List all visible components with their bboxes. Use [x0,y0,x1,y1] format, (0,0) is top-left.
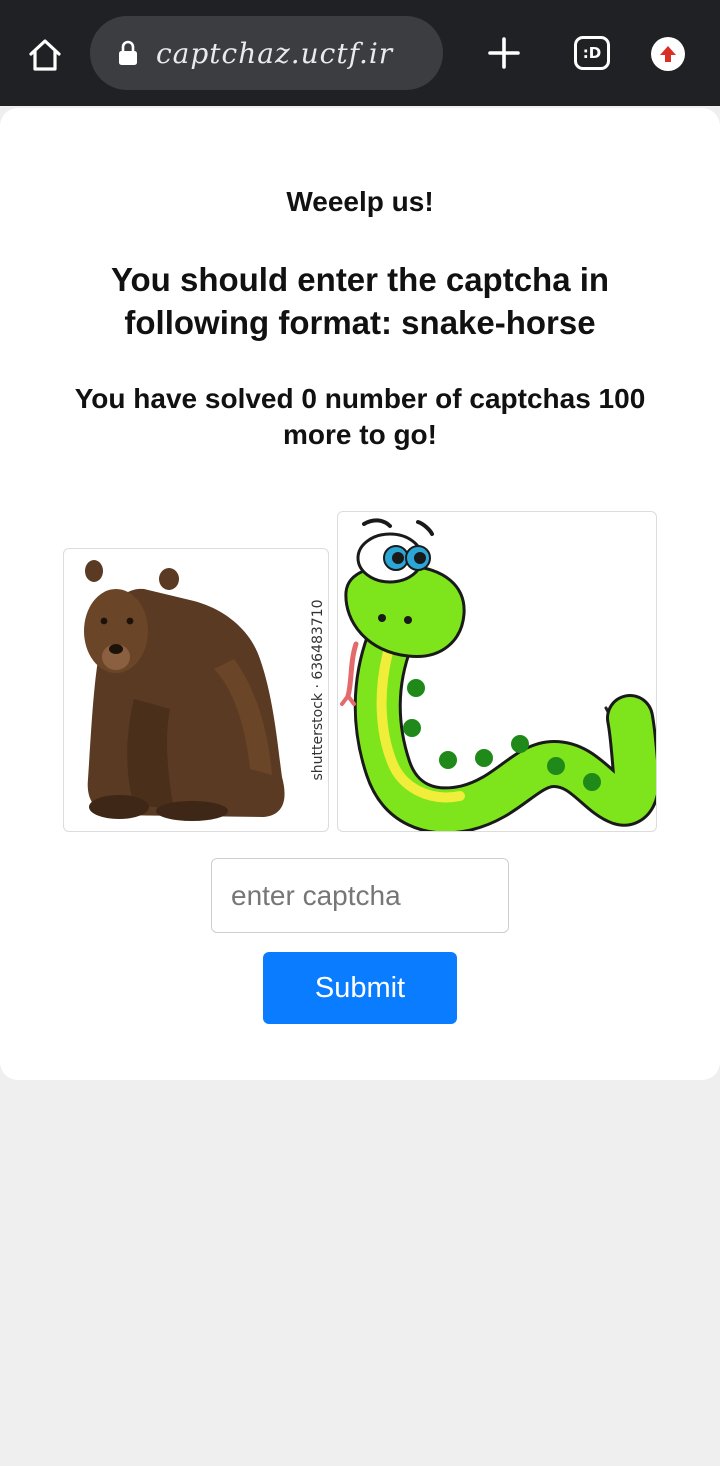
captcha-image-bear: shutterstock · 636483710 [63,548,329,832]
plus-icon [488,37,520,69]
url-text: captchaz.uctf.ir [156,36,394,70]
new-tab-button[interactable] [484,32,524,74]
arrow-up-icon [660,46,676,62]
home-button[interactable] [22,32,68,78]
submit-button[interactable]: Submit [263,952,457,1024]
greeting-heading: Weeelp us! [286,186,434,217]
update-button[interactable] [651,37,685,71]
tab-switcher-button[interactable]: :D [574,36,610,70]
tab-switcher-label: :D [582,44,602,62]
shutterstock-watermark: shutterstock · 636483710 [310,599,326,780]
captcha-card: Weeelp us! You should enter the captcha … [0,108,720,1080]
home-icon [29,39,61,71]
browser-toolbar: captchaz.uctf.ir :D [0,0,720,106]
instructions-heading: You should enter the captcha in followin… [110,261,610,341]
captcha-image-snake [337,511,657,832]
address-bar[interactable]: captchaz.uctf.ir [90,16,443,90]
progress-heading: You have solved 0 number of captchas 100… [74,383,646,450]
captcha-input[interactable] [211,858,509,933]
lock-icon [118,40,138,66]
